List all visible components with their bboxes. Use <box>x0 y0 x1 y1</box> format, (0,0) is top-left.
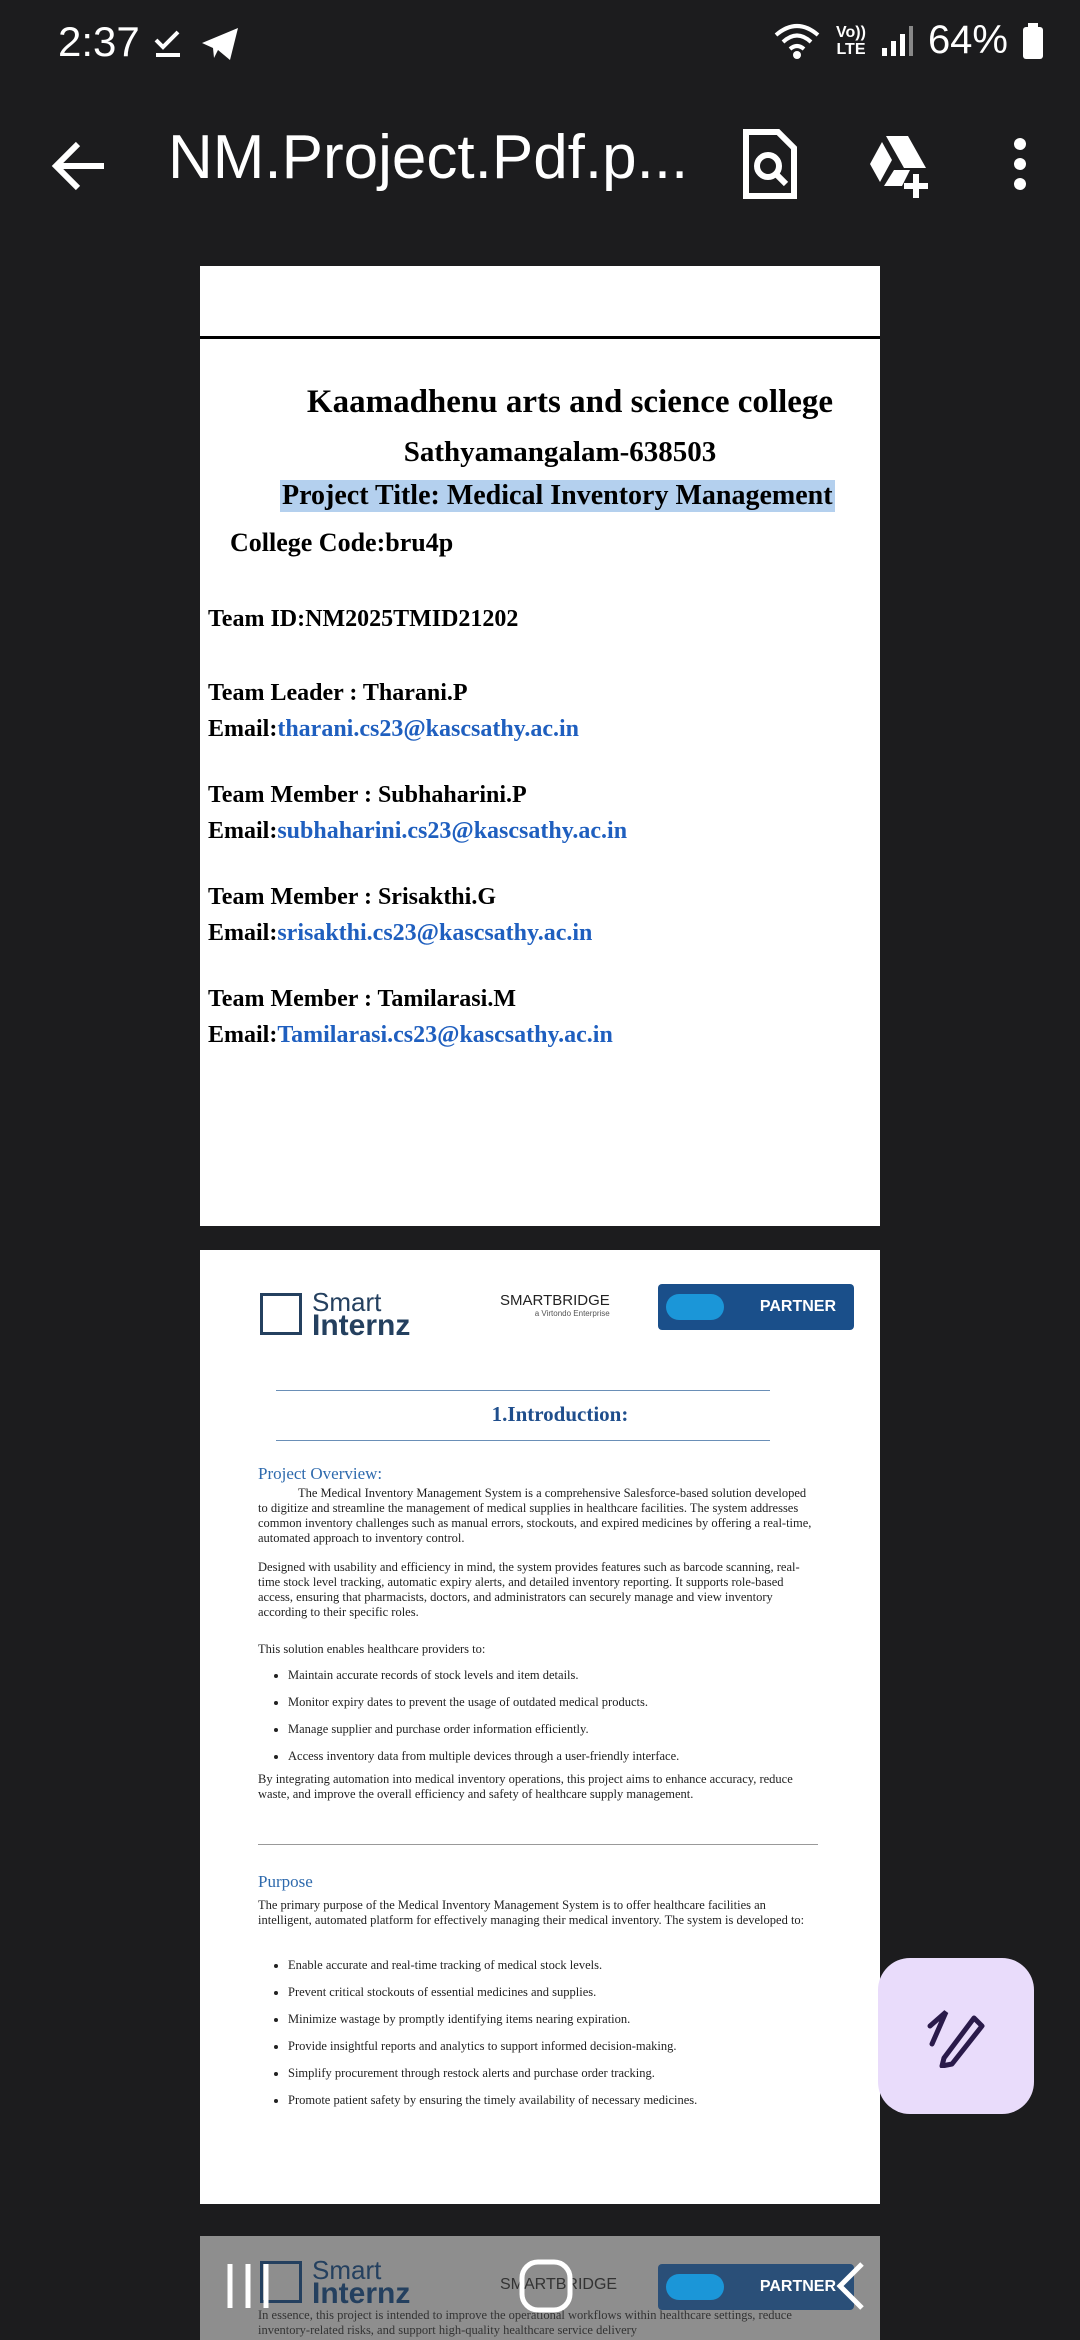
email-link[interactable]: srisakthi.cs23@kascsathy.ac.in <box>277 920 592 946</box>
section-title: 1.Introduction: <box>491 1402 629 1426</box>
section-heading: Purpose <box>258 1872 313 1891</box>
member-email-row: Email:Tamilarasi.cs23@kascsathy.ac.in <box>208 1022 613 1049</box>
list-item: Minimize wastage by promptly identifying… <box>288 2012 818 2027</box>
paragraph: The primary purpose of the Medical Inven… <box>258 1898 805 1927</box>
lte-label: LTE <box>836 40 866 58</box>
page-header-rule <box>200 336 880 339</box>
college-location: Sathyamangalam-638503 <box>403 436 717 468</box>
battery-icon <box>1023 22 1043 59</box>
pen-edit-icon <box>927 2010 985 2068</box>
smart-internz-logo-mark <box>260 1293 302 1335</box>
member-role: Team Leader : Tharani.P <box>208 680 468 706</box>
checkmark-download-icon <box>154 30 180 57</box>
more-vert-icon[interactable] <box>988 128 1052 200</box>
app-bar: NM.Project.Pdf.p... <box>0 110 1080 210</box>
divider <box>258 1844 818 1845</box>
list-item: Prevent critical stockouts of essential … <box>288 1985 818 2000</box>
status-notification-icons <box>152 26 240 62</box>
back-arrow-icon[interactable] <box>48 134 112 198</box>
member-email-row: Email:subhaharini.cs23@kascsathy.ac.in <box>208 818 627 845</box>
add-to-drive-icon[interactable] <box>866 128 930 200</box>
member-role: Team Member : Tamilarasi.M <box>208 986 516 1012</box>
list-item: Promote patient safety by ensuring the t… <box>288 2093 818 2108</box>
nav-back-icon[interactable] <box>822 2256 882 2316</box>
smartbridge-logo-text: SMARTBRIDGE <box>500 1292 610 1309</box>
list-item: Monitor expiry dates to prevent the usag… <box>288 1695 818 1710</box>
email-link[interactable]: subhaharini.cs23@kascsathy.ac.in <box>277 818 627 844</box>
volte-label: Vo)) <box>836 23 866 41</box>
home-icon[interactable] <box>516 2256 576 2316</box>
smartbridge-logo-subtext: a Virtondo Enterprise <box>534 1309 610 1318</box>
divider <box>276 1440 770 1441</box>
battery-percent: 64% <box>927 18 1008 62</box>
smart-internz-logo: Smart Internz <box>260 1289 411 1342</box>
salesforce-cloud-icon <box>666 1294 724 1320</box>
email-label: Email: <box>208 920 278 946</box>
recent-apps-icon[interactable] <box>218 2256 278 2316</box>
document-search-icon[interactable] <box>738 128 802 200</box>
annotate-fab[interactable] <box>878 1958 1034 2114</box>
email-link[interactable]: tharani.cs23@kascsathy.ac.in <box>277 716 579 742</box>
wifi-icon <box>774 23 820 59</box>
pdf-page-2[interactable]: Smart Internz SMARTBRIDGE a Virtondo Ente… <box>200 1250 880 2204</box>
status-bar: 2:37 Vo)) LTE 64% <box>0 0 1080 90</box>
logo-internz-word: Internz <box>312 1309 411 1342</box>
paragraph: By integrating automation into medical i… <box>258 1772 793 1801</box>
college-name: Kaamadhenu arts and science college <box>306 384 834 420</box>
bullet-list: Enable accurate and real-time tracking o… <box>258 1958 818 2120</box>
member-email-row: Email:tharani.cs23@kascsathy.ac.in <box>208 716 579 743</box>
list-item: Simplify procurement through restock ale… <box>288 2066 818 2081</box>
member-role: Team Member : Subhaharini.P <box>208 782 527 808</box>
volte-indicator: Vo)) LTE <box>836 24 866 58</box>
project-title: Project Title: Medical Inventory Managem… <box>280 480 835 512</box>
email-link[interactable]: Tamilarasi.cs23@kascsathy.ac.in <box>277 1022 612 1048</box>
email-label: Email: <box>208 1022 278 1048</box>
list-item: Enable accurate and real-time tracking o… <box>288 1958 818 1973</box>
list-item: Maintain accurate records of stock level… <box>288 1668 818 1683</box>
member-role: Team Member : Srisakthi.G <box>208 884 496 910</box>
partner-label: PARTNER <box>759 1298 836 1315</box>
member-email-row: Email:srisakthi.cs23@kascsathy.ac.in <box>208 920 592 947</box>
status-right-icons: Vo)) LTE 64% <box>772 18 1044 63</box>
list-item: Manage supplier and purchase order infor… <box>288 1722 818 1737</box>
list-item: Provide insightful reports and analytics… <box>288 2039 818 2054</box>
paragraph: Designed with usability and efficiency i… <box>258 1560 800 1619</box>
bullet-list: Maintain accurate records of stock level… <box>258 1668 818 1776</box>
document-title: NM.Project.Pdf.p... <box>168 123 688 192</box>
system-navigation-bar <box>0 2236 1080 2340</box>
salesforce-partner-badge: PARTNER <box>658 1284 854 1330</box>
status-time: 2:37 <box>58 18 140 65</box>
telegram-icon <box>202 28 238 60</box>
divider <box>276 1390 770 1391</box>
email-label: Email: <box>208 716 278 742</box>
signal-icon <box>881 25 913 56</box>
college-code: College Code:bru4p <box>230 528 454 557</box>
paragraph: The Medical Inventory Management System … <box>258 1486 812 1545</box>
email-label: Email: <box>208 818 278 844</box>
smartbridge-logo: SMARTBRIDGE a Virtondo Enterprise <box>500 1292 610 1318</box>
smart-internz-logo-text: Smart Internz <box>312 1289 411 1342</box>
list-item: Access inventory data from multiple devi… <box>288 1749 818 1764</box>
paragraph: This solution enables healthcare provide… <box>258 1642 486 1656</box>
pdf-page-1[interactable]: Kaamadhenu arts and science college Sath… <box>200 266 880 1226</box>
team-id: Team ID:NM2025TMID21202 <box>208 606 519 632</box>
section-heading: Project Overview: <box>258 1464 383 1483</box>
